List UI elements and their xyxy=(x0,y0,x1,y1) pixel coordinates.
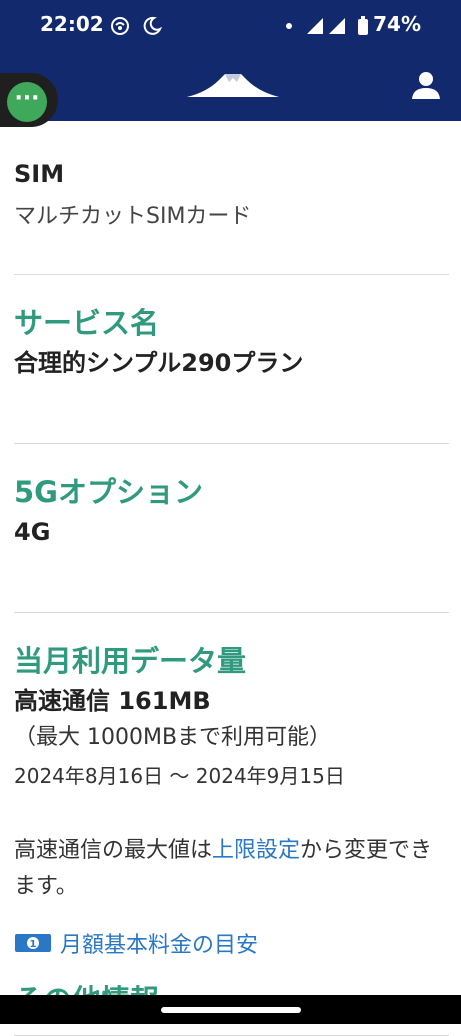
limit-settings-link[interactable]: 上限設定 xyxy=(212,838,300,863)
chat-icon[interactable]: ··· xyxy=(7,82,47,122)
sim-section: SIM マルチカットSIMカード xyxy=(14,150,449,275)
battery-icon xyxy=(357,16,369,40)
home-gesture-handle[interactable] xyxy=(161,1007,301,1013)
limit-note: 高速通信の最大値は上限設定から変更できます。 xyxy=(14,833,449,905)
content: SIM マルチカットSIMカード サービス名 合理的シンプル290プラン 5Gオ… xyxy=(14,150,449,1036)
high-speed-usage: 高速通信 161MB xyxy=(14,687,211,715)
account-icon[interactable] xyxy=(411,70,441,104)
status-bar: 22:02 74% xyxy=(0,0,461,52)
option-5g-section: 5Gオプション 4G xyxy=(14,444,449,613)
note-prefix: 高速通信の最大値は xyxy=(14,838,213,863)
notification-dot xyxy=(286,23,292,29)
svg-text:1: 1 xyxy=(30,939,37,950)
sim-value: マルチカットSIMカード xyxy=(14,204,252,229)
fee-link-label[interactable]: 月額基本料金の目安 xyxy=(60,927,258,959)
battery-level: 74% xyxy=(373,12,421,36)
do-not-disturb-icon xyxy=(142,16,163,40)
usage-period: 2024年8月16日 〜 2024年9月15日 xyxy=(14,764,345,788)
option-5g-value: 4G xyxy=(14,518,51,546)
navigation-bar xyxy=(0,995,461,1024)
hotspot-icon xyxy=(110,16,130,40)
data-usage-label: 当月利用データ量 xyxy=(14,644,247,678)
signal-icon xyxy=(305,16,349,40)
service-section: サービス名 合理的シンプル290プラン xyxy=(14,275,449,444)
max-usage: （最大 1000MBまで利用可能） xyxy=(14,725,332,750)
data-usage-section: 当月利用データ量 高速通信 161MB （最大 1000MBまで利用可能） 20… xyxy=(14,613,449,1036)
yen-bill-icon: 1 xyxy=(14,931,52,955)
status-time: 22:02 xyxy=(40,12,104,36)
service-label: サービス名 xyxy=(14,306,160,340)
app-header: 22:02 74% xyxy=(0,0,461,121)
fee-link[interactable]: 1 月額基本料金の目安 xyxy=(14,927,449,959)
sim-label: SIM xyxy=(14,160,65,188)
chat-widget[interactable]: ··· xyxy=(0,73,58,127)
option-5g-label: 5Gオプション xyxy=(14,475,203,509)
service-value: 合理的シンプル290プラン xyxy=(14,349,304,377)
mount-fuji-logo[interactable] xyxy=(187,70,279,104)
